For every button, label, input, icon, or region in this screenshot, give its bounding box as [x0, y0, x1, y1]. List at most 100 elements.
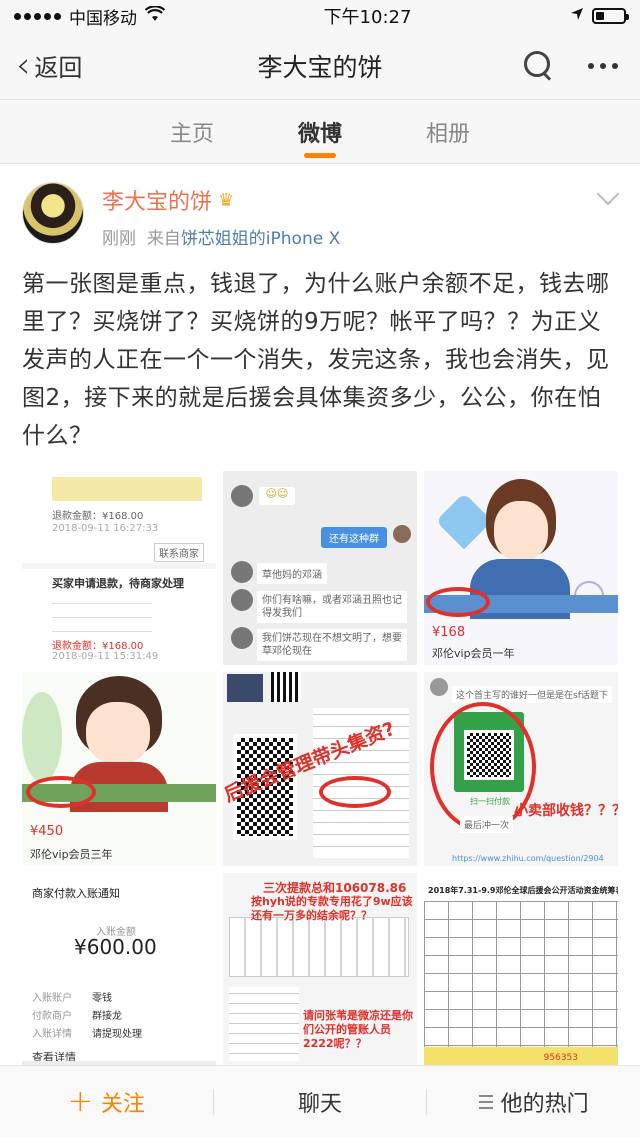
img7-row2-val: 群接龙: [92, 1011, 122, 1022]
img2-msg-2: 你们有啥嘛，或者邓涵丑照也记得发我们: [257, 591, 407, 623]
img6-avatar: [430, 678, 448, 696]
img7-amount: ¥600.00: [74, 935, 157, 959]
wifi-icon: [144, 5, 166, 26]
img6-link: https://www.zhihu.com/question/2904: [452, 854, 604, 863]
img2-avatar-4: [231, 627, 253, 649]
username[interactable]: 李大宝的饼: [102, 184, 212, 216]
carrier: 中国移动: [69, 8, 137, 29]
chevron-down-icon[interactable]: [596, 182, 620, 206]
img8-question-3: 请问张苇是微凉还是你们公开的管账人员2222呢？？: [303, 1009, 413, 1050]
more-icon[interactable]: [588, 62, 618, 69]
img3-face: [494, 501, 548, 561]
img9-total: 956353: [543, 1053, 578, 1063]
profile-tabs: 主页 微博 相册: [0, 100, 640, 164]
img3-price: ¥168: [432, 625, 466, 640]
img1-amount-2: 退款金额：¥168.00: [52, 641, 144, 652]
crown-icon: ♛: [218, 189, 235, 211]
hot-label: 他的热门: [500, 1091, 589, 1117]
img4-price: ¥450: [30, 824, 64, 839]
img1-section-title: 买家申请退款，待商家处理: [52, 577, 184, 590]
follow-label: 关注: [100, 1091, 145, 1117]
img9-table-grid: [424, 901, 618, 1047]
from-prefix: 来自: [146, 229, 181, 249]
img8-question-1: 三次提款总和106078.86: [263, 881, 407, 895]
tab-weibo[interactable]: 微博: [298, 100, 342, 164]
img2-msg-1: 草他妈的邓涵: [257, 563, 327, 584]
back-button[interactable]: ‹ 返回: [0, 44, 83, 86]
post-header: 李大宝的饼 ♛ 刚刚 来自饼芯姐姐的iPhone X: [22, 182, 620, 250]
img2-reply: 还有这种群: [321, 527, 387, 548]
img6-msg-2: 最后冲一次: [460, 816, 514, 833]
img7-row1-val: 零钱: [92, 993, 112, 1004]
img7-row2-key: 付款商户: [32, 1011, 72, 1022]
clock: 下午10:27: [323, 7, 412, 28]
tab-album[interactable]: 相册: [426, 100, 470, 164]
post-image-6[interactable]: 这个首主写的谁好一但是是在sf话题下 扫一扫付款 最后冲一次 小卖部收钱？？？？…: [424, 672, 618, 866]
img3-title: 邓伦vip会员一年: [432, 647, 515, 660]
follow-button[interactable]: + 关注: [0, 1084, 213, 1119]
img5-red-circle: [319, 776, 391, 808]
image-grid: 退款金额：¥168.00 2018-09-11 16:27:33 联系商家 买家…: [22, 471, 618, 1067]
post-image-5[interactable]: 后援会管理带头集资?: [223, 672, 417, 866]
img2-emoji: ☺☺: [259, 487, 295, 505]
hot-posts-button[interactable]: 他的热门: [427, 1086, 640, 1118]
img9-total-row: [424, 1047, 618, 1067]
chat-label: 聊天: [298, 1091, 343, 1117]
post-image-3[interactable]: ¥168 邓伦vip会员一年: [424, 471, 618, 665]
img8-chat-lines: [229, 987, 299, 1061]
img1-highlight: [52, 477, 202, 501]
chat-button[interactable]: 聊天: [214, 1086, 427, 1118]
status-bar: 中国移动 下午10:27: [0, 0, 640, 32]
img2-avatar-3: [231, 589, 253, 611]
tab-home[interactable]: 主页: [170, 100, 214, 164]
post-source[interactable]: 饼芯姐姐的iPhone X: [181, 229, 340, 249]
img3-red-circle: [426, 587, 490, 617]
img8-keyboard: [229, 917, 409, 977]
avatar[interactable]: [22, 182, 84, 244]
signal-icon: [14, 12, 61, 20]
img6-question: 小卖部收钱？？？？: [514, 803, 618, 819]
post-meta: 刚刚 来自饼芯姐姐的iPhone X: [102, 224, 340, 249]
img1-date: 2018-09-11 16:27:33: [52, 523, 159, 534]
chevron-left-icon: ‹: [16, 44, 31, 86]
img2-self-avatar: [393, 525, 411, 543]
status-left: 中国移动: [14, 4, 166, 29]
img5-small-qr: [271, 672, 301, 702]
user-info: 李大宝的饼 ♛ 刚刚 来自饼芯姐姐的iPhone X: [102, 184, 340, 250]
nav-bar: ‹ 返回 李大宝的饼: [0, 32, 640, 100]
img4-face: [86, 702, 150, 764]
post-text: 第一张图是重点，钱退了，为什么账户余额不足，钱去哪里了？买烧饼了？买烧饼的9万呢…: [22, 271, 610, 449]
location-icon: [570, 6, 584, 26]
img1-detail-lines: [52, 595, 152, 635]
post-image-2[interactable]: ☺☺ 还有这种群 草他妈的邓涵 你们有啥嘛，或者邓涵丑照也记得发我们 我们饼芯现…: [223, 471, 417, 665]
menu-icon: [478, 1094, 493, 1109]
weibo-post: 李大宝的饼 ♛ 刚刚 来自饼芯姐姐的iPhone X 第一张图是重点，钱退了，为…: [0, 164, 640, 1067]
nav-actions: [524, 50, 640, 81]
img8-question-2: 按hyh说的专款专用花了9w应该还有一万多的结余呢？？: [251, 895, 413, 922]
img4-red-circle: [26, 776, 96, 808]
search-icon[interactable]: [524, 50, 554, 81]
img1-date-2: 2018-09-11 15:31:49: [52, 651, 159, 662]
post-image-1[interactable]: 退款金额：¥168.00 2018-09-11 16:27:33 联系商家 买家…: [22, 471, 216, 665]
img5-photo: [227, 674, 263, 702]
post-time: 刚刚: [102, 229, 136, 249]
img7-row3-val: 请提现处理: [92, 1029, 142, 1040]
img4-leaf-decoration: [22, 692, 62, 782]
img3-heart-decoration: [435, 492, 493, 550]
plus-icon: +: [67, 1084, 93, 1119]
img6-msg-1: 这个首主写的谁好一但是是在sf话题下: [452, 686, 612, 703]
img2-avatar-2: [231, 561, 253, 583]
img7-row3-key: 入账详情: [32, 1029, 72, 1040]
bottom-bar: + 关注 聊天 他的热门: [0, 1065, 640, 1137]
img1-amount: 退款金额：¥168.00: [52, 511, 144, 522]
post-image-8[interactable]: 三次提款总和106078.86 按hyh说的专款专用花了9w应该还有一万多的结余…: [223, 873, 417, 1067]
post-image-7[interactable]: 商家付款入账通知 入账金额 ¥600.00 入账账户 零钱 付款商户 群接龙 入…: [22, 873, 216, 1067]
img2-avatar: [231, 485, 253, 507]
back-label: 返回: [34, 54, 83, 82]
status-right: [570, 6, 629, 26]
post-image-9[interactable]: 2018年7.31-9.9邓伦全球后援会公开活动资金统筹表 956353: [424, 873, 618, 1067]
img9-title: 2018年7.31-9.9邓伦全球后援会公开活动资金统筹表: [428, 886, 618, 895]
img7-title: 商家付款入账通知: [32, 887, 120, 900]
img7-row1-key: 入账账户: [32, 993, 72, 1004]
post-image-4[interactable]: ¥450 邓伦vip会员三年: [22, 672, 216, 866]
